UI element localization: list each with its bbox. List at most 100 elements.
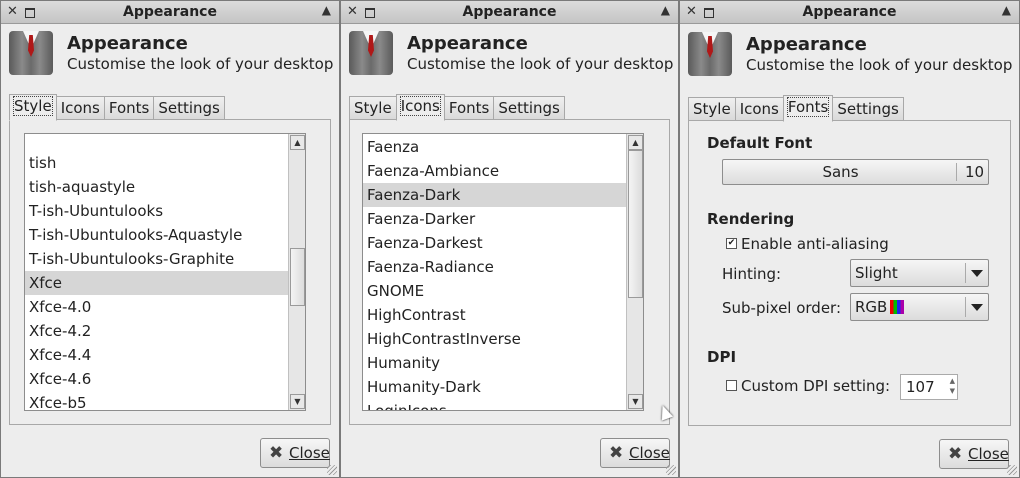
list-item[interactable]: HighContrastInverse xyxy=(363,327,626,351)
scroll-thumb[interactable] xyxy=(628,150,643,298)
list-item[interactable]: HighContrast xyxy=(363,303,626,327)
tab-style[interactable]: Style xyxy=(9,94,57,121)
tab-bar: Style Icons Fonts Settings xyxy=(688,95,904,122)
list-item[interactable]: Xfce-4.2 xyxy=(25,319,288,343)
tab-fonts[interactable]: Fonts xyxy=(443,96,495,120)
icon-theme-list[interactable]: Faenza Faenza-Ambiance Faenza-Dark Faenz… xyxy=(362,133,644,411)
tab-icons[interactable]: Icons xyxy=(55,96,105,120)
subpixel-combo[interactable]: RGB xyxy=(850,293,989,321)
tab-fonts[interactable]: Fonts xyxy=(782,95,834,122)
close-x-icon: ✖ xyxy=(948,444,963,464)
list-item[interactable]: Faenza-Darkest xyxy=(363,231,626,255)
resize-grip[interactable] xyxy=(666,465,676,475)
list-item[interactable]: GNOME xyxy=(363,279,626,303)
window-shade-icon[interactable]: ▲ xyxy=(661,3,670,17)
header-title: Appearance xyxy=(407,33,528,54)
tab-icons[interactable]: Icons xyxy=(395,94,445,121)
style-theme-list[interactable]: tish tish-aquastyle T-ish-Ubuntulooks T-… xyxy=(24,133,306,411)
rendering-heading: Rendering xyxy=(707,210,795,228)
window-shade-icon[interactable]: ▲ xyxy=(322,3,331,17)
close-button[interactable]: ✖ Close xyxy=(600,438,670,468)
list-item[interactable]: tish xyxy=(25,151,288,175)
default-font-heading: Default Font xyxy=(707,134,813,152)
tab-icons[interactable]: Icons xyxy=(734,97,784,121)
scroll-thumb[interactable] xyxy=(290,248,305,306)
tab-style[interactable]: Style xyxy=(688,97,736,121)
appearance-window-icons: ✕ Appearance ▲ Appearance Customise the … xyxy=(340,0,679,478)
tab-panel-style: tish tish-aquastyle T-ish-Ubuntulooks T-… xyxy=(9,119,331,425)
close-x-icon: ✖ xyxy=(269,443,284,463)
resize-grip[interactable] xyxy=(1007,465,1017,475)
close-button[interactable]: ✖ Close xyxy=(939,439,1009,469)
list-item-selected[interactable]: Xfce xyxy=(25,271,288,295)
tab-fonts[interactable]: Fonts xyxy=(103,96,155,120)
list-item[interactable]: Xfce-4.6 xyxy=(25,367,288,391)
appearance-suit-icon xyxy=(349,31,393,75)
custom-dpi-checkbox[interactable] xyxy=(726,380,737,391)
resize-grip[interactable] xyxy=(327,465,337,475)
tab-settings[interactable]: Settings xyxy=(832,97,904,121)
list-item[interactable]: Faenza-Darker xyxy=(363,207,626,231)
spin-down-icon[interactable]: ▼ xyxy=(950,387,955,395)
subpixel-value: RGB xyxy=(855,298,888,316)
tab-panel-fonts: Default Font Sans 10 Rendering ✔ Enable … xyxy=(688,120,1011,426)
list-item[interactable]: T-ish-Ubuntulooks xyxy=(25,199,288,223)
list-item-selected[interactable]: Faenza-Dark xyxy=(363,183,626,207)
tab-bar: Style Icons Fonts Settings xyxy=(349,94,565,121)
hinting-combo[interactable]: Slight xyxy=(850,259,989,287)
list-item[interactable]: Xfce-b5 xyxy=(25,391,288,410)
chevron-down-icon xyxy=(971,270,983,277)
list-item[interactable]: T-ish-Ubuntulooks-Aquastyle xyxy=(25,223,288,247)
header-subtitle: Customise the look of your desktop xyxy=(746,56,1013,74)
appearance-suit-icon xyxy=(688,32,732,76)
list-item[interactable]: Xfce-4.4 xyxy=(25,343,288,367)
scroll-down-icon[interactable]: ▼ xyxy=(628,394,643,409)
tab-settings[interactable]: Settings xyxy=(153,96,225,120)
antialias-label[interactable]: Enable anti-aliasing xyxy=(741,235,889,253)
list-item[interactable]: Humanity xyxy=(363,351,626,375)
vertical-scrollbar[interactable]: ▲ ▼ xyxy=(288,134,305,410)
dpi-spinbox[interactable]: 107 ▲ ▼ xyxy=(900,374,958,400)
window-title: Appearance xyxy=(123,4,217,20)
dialog-header: Appearance Customise the look of your de… xyxy=(9,31,335,81)
list-item[interactable]: tish-aquastyle xyxy=(25,175,288,199)
list-item[interactable]: Faenza-Radiance xyxy=(363,255,626,279)
vertical-scrollbar[interactable]: ▲ ▼ xyxy=(626,134,643,410)
antialias-checkbox[interactable]: ✔ xyxy=(726,238,737,249)
dpi-heading: DPI xyxy=(707,348,737,366)
list-item[interactable]: Humanity-Dark xyxy=(363,375,626,399)
list-item[interactable]: Faenza-Ambiance xyxy=(363,159,626,183)
scroll-down-icon[interactable]: ▼ xyxy=(290,394,305,409)
close-button-label: Close xyxy=(289,444,330,462)
header-title: Appearance xyxy=(746,34,867,55)
tab-bar: Style Icons Fonts Settings xyxy=(9,94,225,121)
close-button-label: Close xyxy=(629,444,670,462)
list-item[interactable]: Faenza xyxy=(363,135,626,159)
spin-up-icon[interactable]: ▲ xyxy=(950,377,955,385)
dialog-header: Appearance Customise the look of your de… xyxy=(688,32,1015,82)
hinting-value: Slight xyxy=(855,264,898,282)
custom-dpi-label[interactable]: Custom DPI setting: xyxy=(741,377,890,395)
close-button-label: Close xyxy=(968,445,1009,463)
chevron-down-icon xyxy=(971,304,983,311)
window-shade-icon[interactable]: ▲ xyxy=(1002,3,1011,17)
scroll-up-icon[interactable]: ▲ xyxy=(290,135,305,150)
title-bar[interactable]: ✕ Appearance ▲ xyxy=(341,1,678,24)
title-bar[interactable]: ✕ Appearance ▲ xyxy=(1,1,339,24)
title-bar[interactable]: ✕ Appearance ▲ xyxy=(680,1,1019,24)
close-button[interactable]: ✖ Close xyxy=(260,438,330,468)
scroll-up-icon[interactable]: ▲ xyxy=(628,135,643,150)
list-item[interactable]: Xfce-4.0 xyxy=(25,295,288,319)
font-picker-button[interactable]: Sans 10 xyxy=(722,159,989,185)
subpixel-label: Sub-pixel order: xyxy=(722,299,842,317)
window-title: Appearance xyxy=(802,4,897,20)
list-item[interactable]: T-ish-Ubuntulooks-Graphite xyxy=(25,247,288,271)
tab-style[interactable]: Style xyxy=(349,96,397,120)
list-item[interactable]: LoginIcons xyxy=(363,399,626,410)
appearance-suit-icon xyxy=(9,31,53,75)
close-x-icon: ✖ xyxy=(609,443,624,463)
rgb-swatch-icon xyxy=(890,300,905,314)
tab-settings[interactable]: Settings xyxy=(493,96,565,120)
tab-panel-icons: Faenza Faenza-Ambiance Faenza-Dark Faenz… xyxy=(349,119,670,425)
dialog-header: Appearance Customise the look of your de… xyxy=(349,31,674,81)
